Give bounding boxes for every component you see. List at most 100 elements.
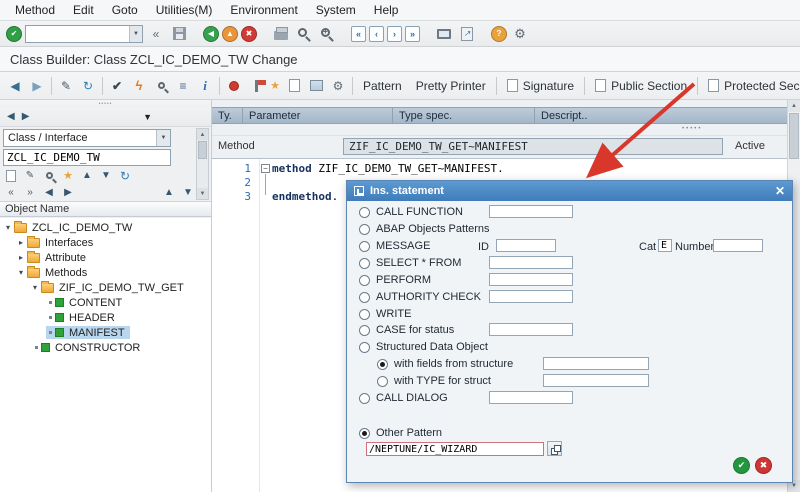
scroll-down-icon[interactable]: ▼ xyxy=(197,188,208,199)
activate-icon[interactable]: ϟ xyxy=(128,76,150,96)
exit-button[interactable]: ▲ xyxy=(222,25,238,42)
perform-input[interactable] xyxy=(489,273,573,286)
new-session-icon[interactable] xyxy=(434,24,454,44)
panel-grip[interactable]: ••••• xyxy=(0,100,211,107)
option-case-for-status[interactable]: CASE for status xyxy=(359,323,454,337)
find-object-icon[interactable] xyxy=(41,168,57,183)
scroll-up-icon[interactable]: ▲ xyxy=(197,129,208,140)
collapse-all-icon[interactable]: « xyxy=(3,185,19,200)
breakpoint-icon[interactable] xyxy=(223,76,245,96)
print-icon[interactable] xyxy=(271,24,291,44)
previous-object-icon[interactable]: ◀ xyxy=(41,185,57,200)
tree-node-interfaces[interactable]: ▸ Interfaces xyxy=(0,235,211,250)
menu-item-environment[interactable]: Environment xyxy=(221,1,306,19)
customize-layout-icon[interactable]: ⚙ xyxy=(510,24,530,44)
tree-label[interactable]: HEADER xyxy=(67,312,117,324)
option-call-dialog[interactable]: CALL DIALOG xyxy=(359,391,448,405)
radio-case-for-status[interactable] xyxy=(359,324,370,336)
dialog-titlebar[interactable]: Ins. statement ✕ xyxy=(347,181,792,201)
sort-up-icon[interactable]: ▲ xyxy=(161,185,177,200)
option-structured-data-object[interactable]: Structured Data Object xyxy=(359,340,488,354)
menu-item-method[interactable]: Method xyxy=(6,1,64,19)
radio-authority-check[interactable] xyxy=(359,291,370,303)
message-id-input[interactable] xyxy=(496,239,556,252)
call-function-input[interactable] xyxy=(489,205,573,218)
confirm-button[interactable]: ✔ xyxy=(733,457,750,474)
radio-abap-patterns[interactable] xyxy=(359,223,370,235)
info-icon[interactable]: i xyxy=(194,76,216,96)
move-down-icon[interactable]: ▼ xyxy=(98,168,114,183)
radio-write[interactable] xyxy=(359,308,370,320)
last-page-icon[interactable]: » xyxy=(405,25,420,42)
with-fields-input[interactable] xyxy=(543,357,649,370)
watchpoint-icon[interactable] xyxy=(245,76,267,96)
move-up-icon[interactable]: ▲ xyxy=(79,168,95,183)
tree-label[interactable]: MANIFEST xyxy=(67,327,127,339)
tree-node-header[interactable]: HEADER xyxy=(0,310,211,325)
next-object-icon[interactable]: ▶ xyxy=(60,185,76,200)
call-dialog-input[interactable] xyxy=(489,391,573,404)
menu-item-edit[interactable]: Edit xyxy=(64,1,103,19)
menu-item-system[interactable]: System xyxy=(307,1,365,19)
option-write[interactable]: WRITE xyxy=(359,307,411,321)
public-section-button[interactable]: Public Section xyxy=(588,77,694,95)
case-for-status-input[interactable] xyxy=(489,323,573,336)
previous-page-icon[interactable]: ‹ xyxy=(369,25,384,42)
radio-message[interactable] xyxy=(359,240,370,252)
history-back-icon[interactable]: ◀ xyxy=(7,111,15,122)
caret-right-icon[interactable]: ▸ xyxy=(16,238,26,247)
radio-with-type[interactable] xyxy=(377,375,388,387)
object-type-select[interactable]: Class / Interface ▼ xyxy=(3,129,171,147)
splitter-dots-icon[interactable]: ••••• xyxy=(682,126,703,132)
tree-label[interactable]: ZCL_IC_DEMO_TW xyxy=(30,222,134,234)
tree-node-class[interactable]: ▾ ZCL_IC_DEMO_TW xyxy=(0,220,211,235)
caret-down-icon[interactable]: ▾ xyxy=(3,223,13,232)
method-name-field[interactable]: ZIF_IC_DEMO_TW_GET~MANIFEST xyxy=(343,138,723,155)
next-page-icon[interactable]: › xyxy=(387,25,402,42)
tree-label[interactable]: Interfaces xyxy=(43,237,95,249)
cancel-button[interactable]: ✖ xyxy=(755,457,772,474)
pretty-printer-button[interactable]: Pretty Printer xyxy=(409,77,493,95)
tree-node-content[interactable]: CONTENT xyxy=(0,295,211,310)
scroll-thumb[interactable] xyxy=(789,113,799,159)
command-field[interactable]: ▼ xyxy=(25,24,143,43)
object-list-icon[interactable]: ≡ xyxy=(172,76,194,96)
code-line-3[interactable]: endmethod. xyxy=(272,190,338,203)
expand-all-icon[interactable]: » xyxy=(22,185,38,200)
command-input[interactable] xyxy=(26,25,129,42)
message-cat-input[interactable] xyxy=(658,239,672,252)
chevron-down-icon[interactable]: ▼ xyxy=(156,130,170,146)
column-header-parameter[interactable]: Parameter xyxy=(242,108,392,123)
radio-structured-data[interactable] xyxy=(359,341,370,353)
sidebar-scrollbar[interactable]: ▲ ▼ xyxy=(196,128,209,200)
navigate-back-icon[interactable]: ◀ xyxy=(4,76,26,96)
chevron-down-icon[interactable]: ▼ xyxy=(129,25,142,42)
option-message[interactable]: MESSAGE xyxy=(359,239,430,253)
scroll-thumb[interactable] xyxy=(198,141,207,159)
authority-check-input[interactable] xyxy=(489,290,573,303)
option-perform[interactable]: PERFORM xyxy=(359,273,431,287)
radio-with-fields[interactable] xyxy=(377,358,388,370)
column-header-type-spec[interactable]: Type spec. xyxy=(392,108,534,123)
documentation-icon[interactable] xyxy=(283,76,305,96)
syntax-check-icon[interactable]: ✔ xyxy=(106,76,128,96)
tree-node-interface-methods[interactable]: ▾ ZIF_IC_DEMO_TW_GET xyxy=(0,280,211,295)
option-authority-check[interactable]: AUTHORITY CHECK xyxy=(359,290,481,304)
caret-down-icon[interactable]: ▾ xyxy=(16,268,26,277)
with-type-input[interactable] xyxy=(543,374,649,387)
find-next-icon[interactable] xyxy=(317,24,337,44)
radio-call-dialog[interactable] xyxy=(359,392,370,404)
code-line-1[interactable]: method ZIF_IC_DEMO_TW_GET~MANIFEST. xyxy=(272,162,504,175)
radio-select-from[interactable] xyxy=(359,257,370,269)
other-pattern-input[interactable] xyxy=(366,442,544,456)
menu-item-goto[interactable]: Goto xyxy=(103,1,147,19)
tree-label[interactable]: Attribute xyxy=(43,252,88,264)
fold-toggle-icon[interactable]: − xyxy=(261,164,270,173)
hide-command-field-icon[interactable]: « xyxy=(146,24,166,44)
sort-down-icon[interactable]: ▼ xyxy=(180,185,196,200)
tree-node-constructor[interactable]: CONSTRUCTOR xyxy=(0,340,211,355)
tree-label[interactable]: ZIF_IC_DEMO_TW_GET xyxy=(57,282,186,294)
enter-button[interactable]: ✔ xyxy=(6,25,22,42)
option-with-type[interactable]: with TYPE for struct xyxy=(377,374,491,388)
add-favorite-icon[interactable]: ★ xyxy=(60,168,76,183)
